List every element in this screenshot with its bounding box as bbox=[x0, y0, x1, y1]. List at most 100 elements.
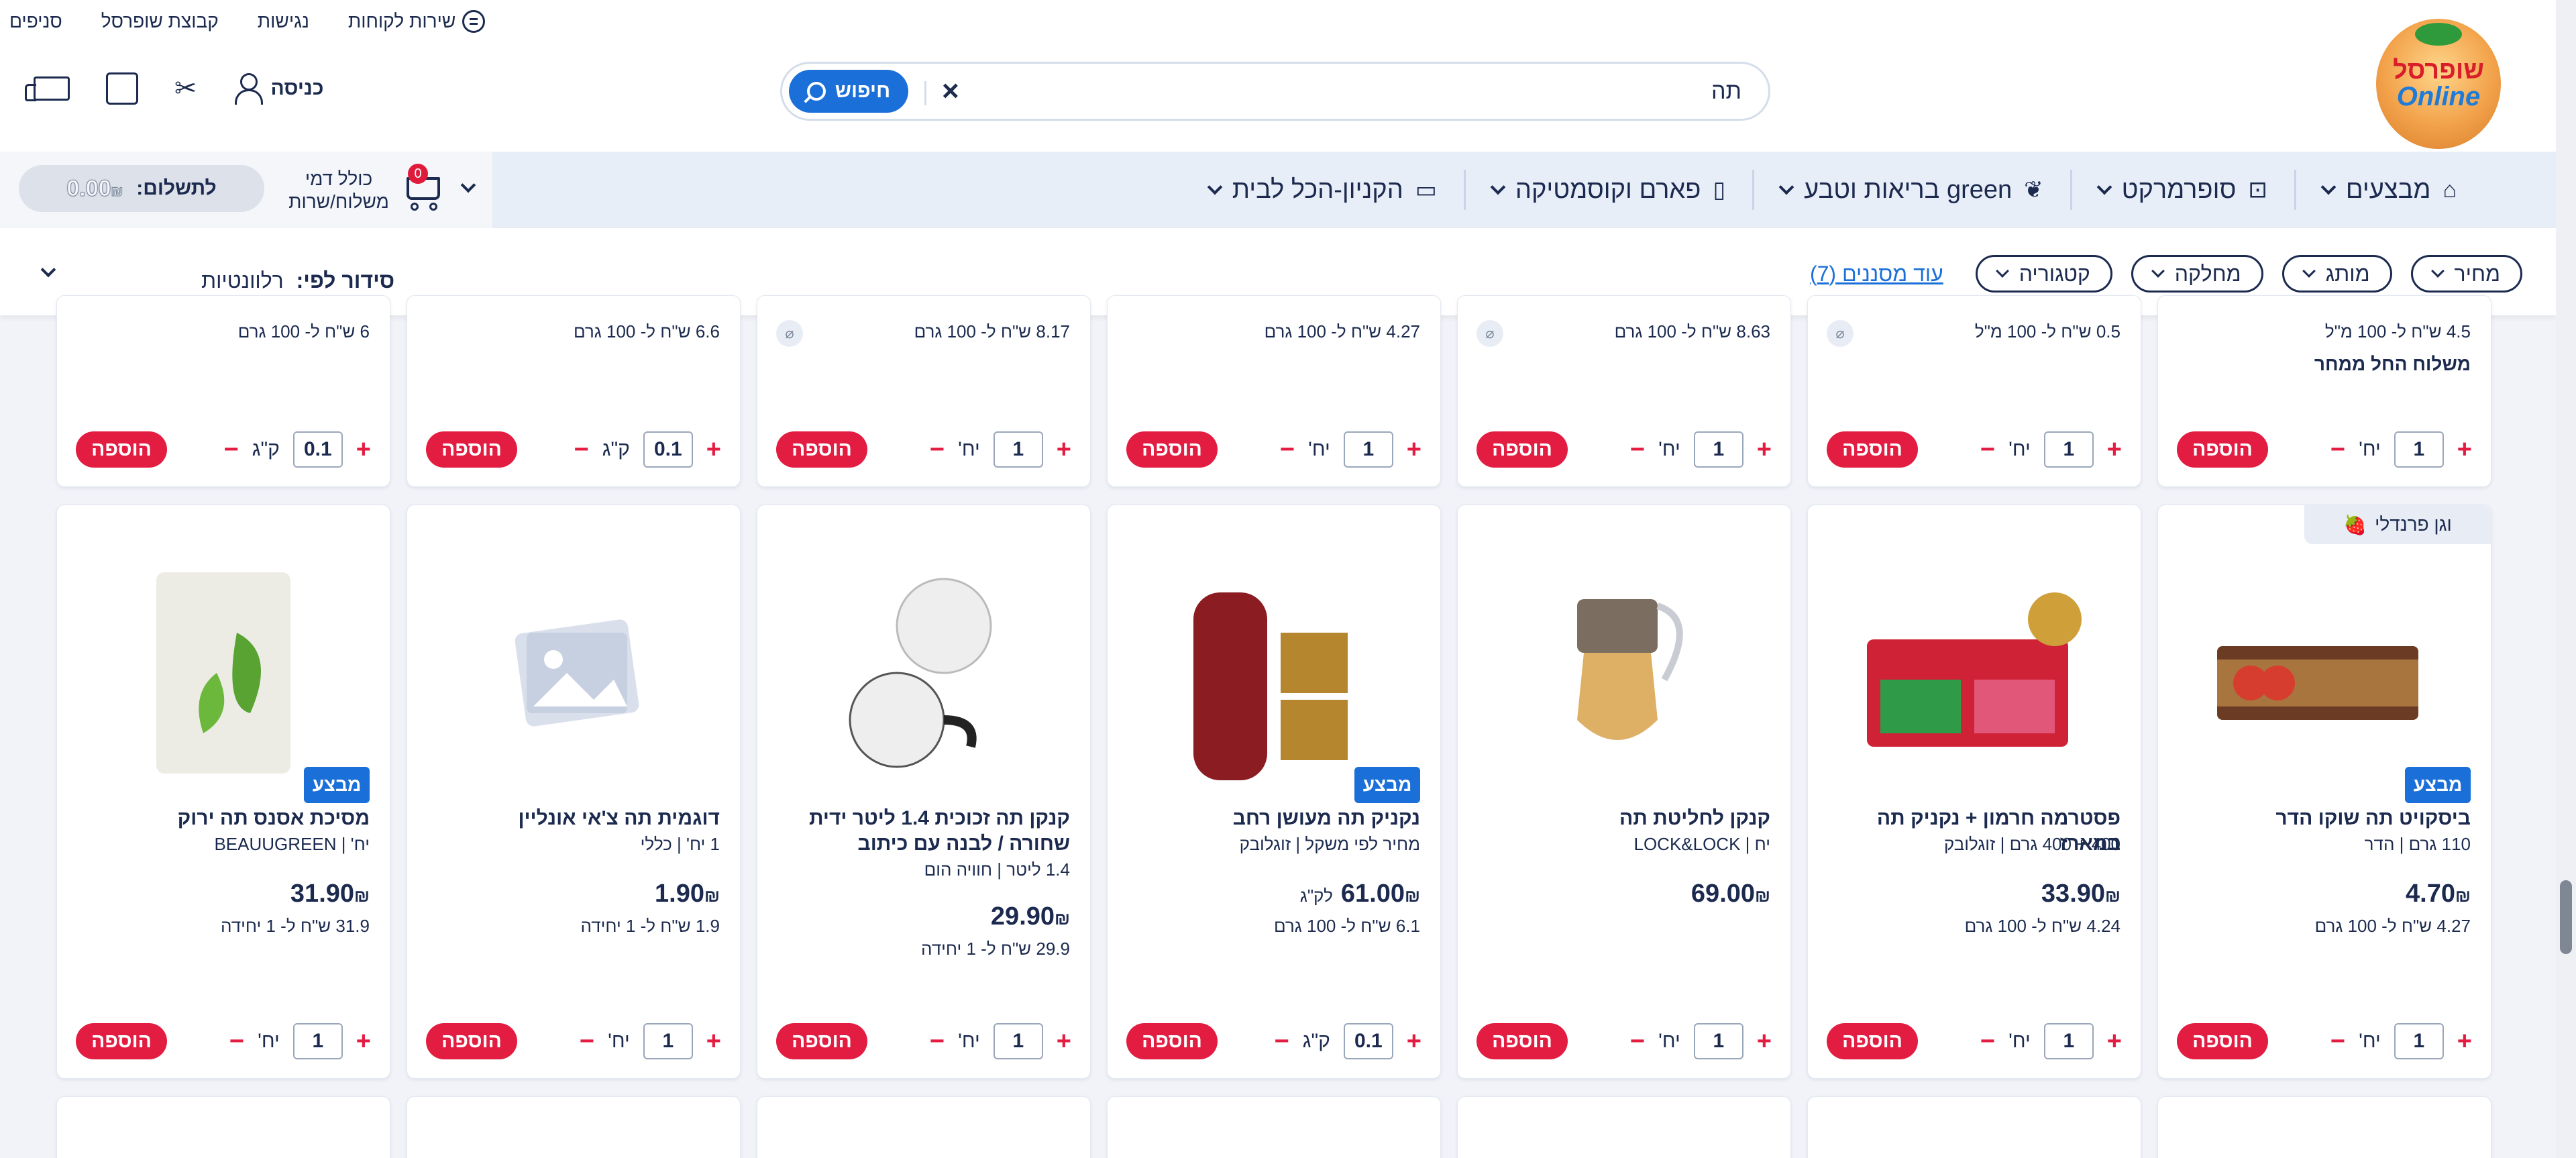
increment-button[interactable]: + bbox=[706, 435, 721, 464]
quantity-input[interactable]: 0.1 bbox=[643, 431, 693, 468]
decrement-button[interactable]: − bbox=[930, 435, 945, 464]
decrement-button[interactable]: − bbox=[580, 1027, 594, 1056]
product-image[interactable] bbox=[103, 559, 344, 780]
increment-button[interactable]: + bbox=[1757, 1027, 1772, 1056]
increment-button[interactable]: + bbox=[356, 1027, 371, 1056]
add-to-cart-button[interactable]: הוספה bbox=[426, 1023, 517, 1059]
quantity-input[interactable]: 1 bbox=[2394, 1023, 2444, 1059]
decrement-button[interactable]: − bbox=[1980, 1027, 1995, 1056]
product-name[interactable]: מסיכת אסנס תה ירוק bbox=[77, 806, 370, 831]
decrement-button[interactable]: − bbox=[1980, 435, 1995, 464]
product-image[interactable] bbox=[1153, 559, 1395, 780]
nav-item-health[interactable]: ❦ green בריאות וטבע bbox=[1752, 170, 2070, 210]
decrement-button[interactable]: − bbox=[1630, 1027, 1645, 1056]
decrement-button[interactable]: − bbox=[1630, 435, 1645, 464]
product-image[interactable] bbox=[453, 559, 694, 780]
page-scrollbar[interactable] bbox=[2556, 0, 2576, 1158]
increment-button[interactable]: + bbox=[706, 1027, 721, 1056]
product-card[interactable] bbox=[407, 1096, 741, 1158]
cart-icon[interactable]: 0 bbox=[401, 164, 449, 212]
decrement-button[interactable]: − bbox=[229, 1027, 244, 1056]
filter-category[interactable]: קטגוריה bbox=[1975, 255, 2112, 293]
increment-button[interactable]: + bbox=[1407, 435, 1421, 464]
clear-search-icon[interactable]: × bbox=[942, 74, 959, 108]
increment-button[interactable]: + bbox=[1057, 435, 1071, 464]
increment-button[interactable]: + bbox=[356, 435, 371, 464]
product-card[interactable] bbox=[1457, 1096, 1791, 1158]
product-image[interactable] bbox=[803, 559, 1044, 780]
product-card[interactable] bbox=[1107, 1096, 1441, 1158]
nav-item-pharm[interactable]: ▯ פארם וקוסמטיקה bbox=[1463, 170, 1752, 210]
product-image[interactable] bbox=[1854, 559, 2095, 780]
product-card[interactable]: 4.5 ש"ח ל- 100 מ"ל משלוח החל ממחר הוספה +1 י… bbox=[2157, 295, 2491, 487]
product-name[interactable]: ביסקויט תה שוקו הדר bbox=[2178, 806, 2471, 831]
product-card[interactable]: מבצע נקניק תה מעושן רחב מחיר לפי משקל | זו… bbox=[1107, 505, 1441, 1079]
product-card[interactable]: וגן פרנדלי 🍓 מבצע ביסקויט תה שוקו הדר 110 גר… bbox=[2157, 505, 2491, 1079]
product-card[interactable] bbox=[2157, 1096, 2491, 1158]
product-card[interactable] bbox=[757, 1096, 1091, 1158]
decrement-button[interactable]: − bbox=[224, 435, 239, 464]
group-link[interactable]: קבוצת שופרסל bbox=[101, 11, 219, 32]
add-to-cart-button[interactable]: הוספה bbox=[1126, 1023, 1218, 1059]
increment-button[interactable]: + bbox=[2457, 435, 2472, 464]
branches-link[interactable]: סניפים bbox=[9, 11, 62, 32]
cart-chevron-down-icon[interactable] bbox=[460, 177, 476, 193]
quantity-input[interactable]: 1 bbox=[1693, 431, 1743, 468]
quantity-input[interactable]: 0.1 bbox=[1343, 1023, 1393, 1059]
add-to-cart-button[interactable]: הוספה bbox=[1126, 431, 1218, 468]
increment-button[interactable]: + bbox=[1407, 1027, 1421, 1056]
add-to-cart-button[interactable]: הוספה bbox=[2177, 1023, 2268, 1059]
delivery-truck-icon[interactable] bbox=[25, 76, 70, 101]
scroll-thumb[interactable] bbox=[2560, 880, 2572, 954]
quantity-input[interactable]: 1 bbox=[993, 431, 1043, 468]
product-name[interactable]: קנקן תה זכוכית 1.4 ליטר ידית שחורה / לבנ… bbox=[777, 806, 1070, 857]
quantity-input[interactable]: 1 bbox=[993, 1023, 1043, 1059]
quantity-input[interactable]: 1 bbox=[292, 1023, 343, 1059]
increment-button[interactable]: + bbox=[1757, 435, 1772, 464]
product-image[interactable] bbox=[2204, 559, 2445, 780]
filter-department[interactable]: מחלקה bbox=[2131, 255, 2263, 293]
decrement-button[interactable]: − bbox=[1280, 435, 1295, 464]
coupon-scissors-icon[interactable]: ✂ bbox=[174, 73, 197, 104]
quantity-input[interactable]: 1 bbox=[1693, 1023, 1743, 1059]
increment-button[interactable]: + bbox=[2457, 1027, 2472, 1056]
receipt-icon[interactable] bbox=[106, 72, 138, 105]
product-card[interactable]: 8.17 ש"ח ל- 100 גרם ⌀ הוספה +1 יח' − bbox=[757, 295, 1091, 487]
decrement-button[interactable]: − bbox=[1275, 1027, 1289, 1056]
quantity-input[interactable]: 1 bbox=[1343, 431, 1393, 468]
product-name[interactable]: נקניק תה מעושן רחב bbox=[1128, 806, 1420, 831]
add-to-cart-button[interactable]: הוספה bbox=[776, 1023, 867, 1059]
product-card[interactable]: 6 ש"ח ל- 100 גרם הוספה +0.1 ק"ג − bbox=[56, 295, 390, 487]
product-card[interactable]: קנקן תה זכוכית 1.4 ליטר ידית שחורה / לבנ… bbox=[757, 505, 1091, 1079]
add-to-cart-button[interactable]: הוספה bbox=[1827, 1023, 1918, 1059]
quantity-input[interactable]: 1 bbox=[2394, 431, 2444, 468]
add-to-cart-button[interactable]: הוספה bbox=[76, 1023, 167, 1059]
product-card[interactable]: מבצע מסיכת אסנס תה ירוק יח' | BEAUUGREEN 31… bbox=[56, 505, 390, 1079]
filter-brand[interactable]: מותג bbox=[2282, 255, 2392, 293]
decrement-button[interactable]: − bbox=[574, 435, 589, 464]
sort-select[interactable]: סידור לפי: רלוונטיות bbox=[201, 268, 394, 293]
accessibility-link[interactable]: נגישות bbox=[258, 11, 309, 32]
add-to-cart-button[interactable]: הוספה bbox=[1827, 431, 1918, 468]
product-card[interactable]: דוגמית תה צ'אי אונליין 1 יח' | כללי 1.90₪ 1… bbox=[407, 505, 741, 1079]
nav-item-mall[interactable]: ▭ הקניון-הכל לבית bbox=[1183, 170, 1464, 210]
increment-button[interactable]: + bbox=[1057, 1027, 1071, 1056]
add-to-cart-button[interactable]: הוספה bbox=[776, 431, 867, 468]
add-to-cart-button[interactable]: הוספה bbox=[426, 431, 517, 468]
search-input[interactable]: תה bbox=[1711, 78, 1741, 105]
checkout-button[interactable]: לתשלום: 0.00₪ bbox=[19, 165, 264, 212]
decrement-button[interactable]: − bbox=[930, 1027, 945, 1056]
decrement-button[interactable]: − bbox=[2330, 435, 2345, 464]
login-button[interactable]: כניסה bbox=[233, 73, 323, 105]
nav-item-supermarket[interactable]: ⊡ סופרמרקט bbox=[2070, 170, 2294, 210]
add-to-cart-button[interactable]: הוספה bbox=[1477, 431, 1568, 468]
increment-button[interactable]: + bbox=[2107, 1027, 2122, 1056]
product-card[interactable]: 6.6 ש"ח ל- 100 גרם הוספה +0.1 ק"ג − bbox=[407, 295, 741, 487]
quantity-input[interactable]: 1 bbox=[2043, 431, 2094, 468]
add-to-cart-button[interactable]: הוספה bbox=[2177, 431, 2268, 468]
quantity-input[interactable]: 0.1 bbox=[292, 431, 343, 468]
product-card[interactable]: קנקן לחליטת תה יח | LOCK&LOCK 69.00₪ הוספה +… bbox=[1457, 505, 1791, 1079]
product-card[interactable] bbox=[56, 1096, 390, 1158]
filter-price[interactable]: מחיר bbox=[2410, 255, 2522, 293]
product-card[interactable]: פסטרמה חרמון + נקניק תה במארז 400 + 400 ג… bbox=[1807, 505, 2141, 1079]
